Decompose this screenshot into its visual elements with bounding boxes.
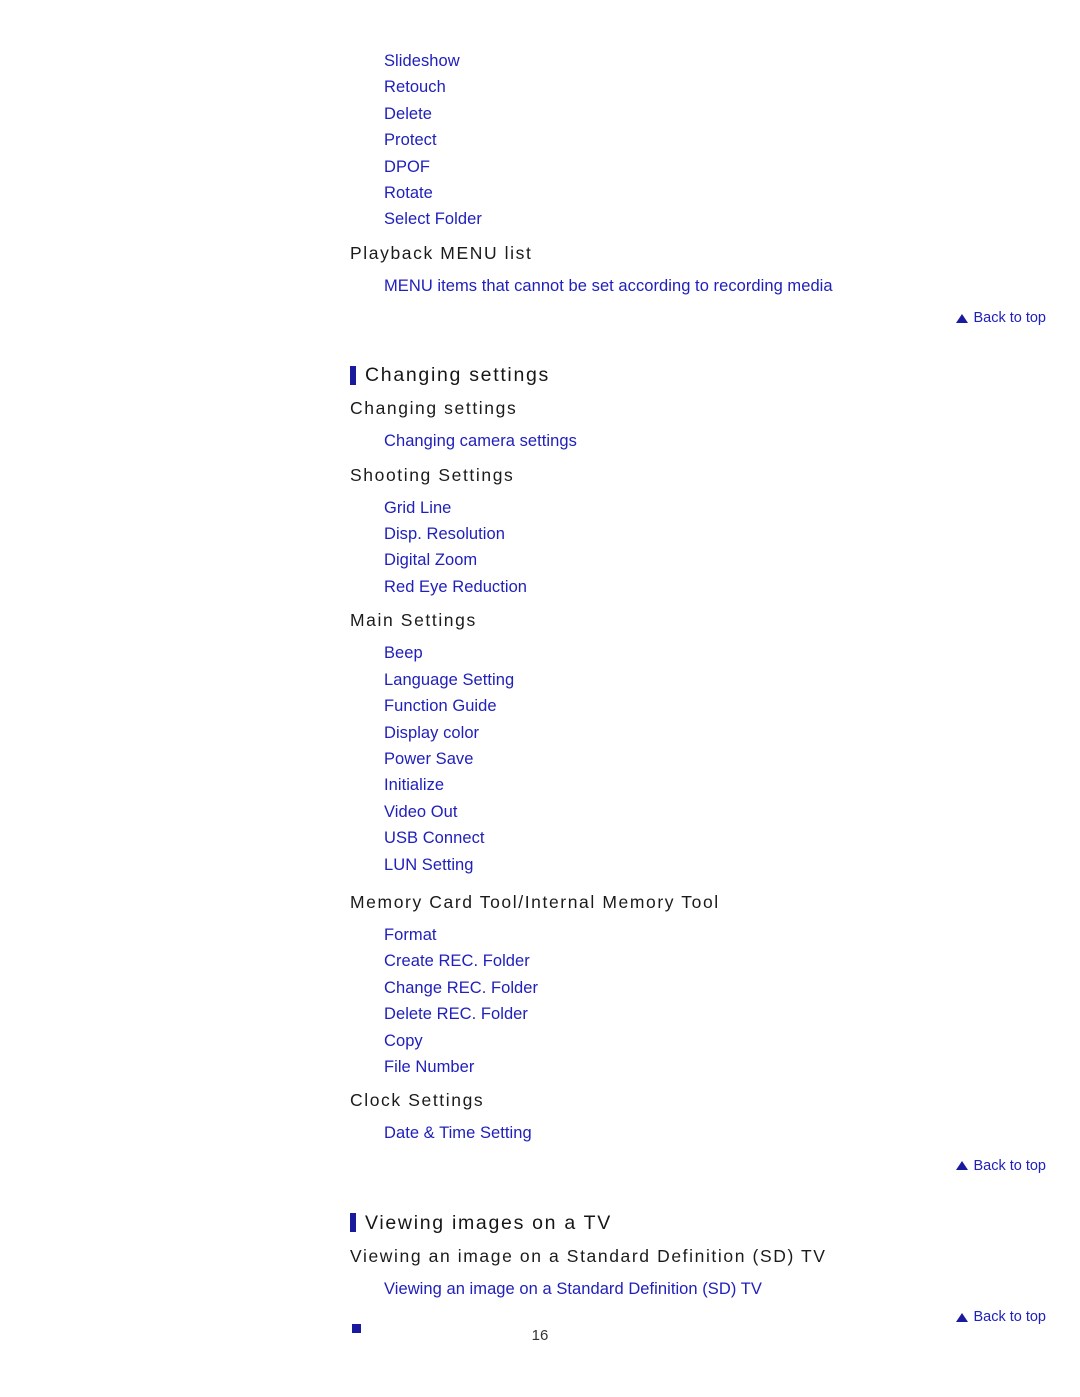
list-item[interactable]: Change REC. Folder <box>384 975 1050 1001</box>
list-item[interactable]: Format <box>384 922 1050 948</box>
list-item[interactable]: Retouch <box>384 74 1050 100</box>
triangle-up-icon <box>956 1161 969 1171</box>
playback-orphan-links: Slideshow Retouch Delete Protect DPOF Ro… <box>350 48 1050 233</box>
subheading-memory-card-tool: Memory Card Tool/Internal Memory Tool <box>350 891 720 912</box>
triangle-up-icon <box>956 313 969 323</box>
section-title-viewing-images-on-a-tv: Viewing images on a TV <box>350 1210 1050 1236</box>
subheading-viewing-sd-tv: Viewing an image on a Standard Definitio… <box>350 1245 827 1266</box>
list-item[interactable]: Delete <box>384 101 1050 127</box>
back-to-top-label: Back to top <box>973 1309 1046 1326</box>
section-title-text: Changing settings <box>365 364 551 387</box>
list-item[interactable]: MENU items that cannot be set according … <box>384 273 1050 299</box>
page-content: Slideshow Retouch Delete Protect DPOF Ro… <box>350 48 1050 1325</box>
list-item[interactable]: Grid Line <box>384 495 1050 521</box>
back-to-top-label: Back to top <box>973 310 1046 327</box>
list-item[interactable]: LUN Setting <box>384 852 1050 878</box>
list-item[interactable]: Beep <box>384 640 1050 666</box>
subheading-main-settings: Main Settings <box>350 610 477 631</box>
back-to-top-row: Back to top <box>350 310 1050 326</box>
list-item[interactable]: Digital Zoom <box>384 547 1050 573</box>
list-item[interactable]: USB Connect <box>384 825 1050 851</box>
list-item[interactable]: Create REC. Folder <box>384 948 1050 974</box>
back-to-top-row: Back to top <box>350 1309 1050 1325</box>
section-accent-bar-icon <box>350 365 356 385</box>
back-to-top-link[interactable]: Back to top <box>956 1158 1046 1174</box>
list-item[interactable]: DPOF <box>384 154 1050 180</box>
list-item[interactable]: Display color <box>384 720 1050 746</box>
triangle-up-icon <box>956 1312 969 1322</box>
subheading-shooting-settings: Shooting Settings <box>350 464 515 485</box>
page-number: 16 <box>531 1327 549 1344</box>
list-item[interactable]: Video Out <box>384 799 1050 825</box>
list-item[interactable]: Delete REC. Folder <box>384 1001 1050 1027</box>
section-title-changing-settings: Changing settings <box>350 362 1050 388</box>
back-to-top-row: Back to top <box>350 1158 1050 1174</box>
document-page: Slideshow Retouch Delete Protect DPOF Ro… <box>0 0 1080 1397</box>
back-to-top-link[interactable]: Back to top <box>956 310 1046 326</box>
list-item[interactable]: Select Folder <box>384 206 1050 232</box>
subheading-playback-menu-list: Playback MENU list <box>350 242 533 263</box>
section-title-text: Viewing images on a TV <box>365 1211 612 1234</box>
list-item[interactable]: Slideshow <box>384 48 1050 74</box>
back-to-top-label: Back to top <box>973 1157 1046 1174</box>
list-item[interactable]: Power Save <box>384 746 1050 772</box>
list-item[interactable]: Date & Time Setting <box>384 1120 1050 1146</box>
list-item[interactable]: Copy <box>384 1028 1050 1054</box>
list-item[interactable]: Red Eye Reduction <box>384 574 1050 600</box>
list-item[interactable]: Viewing an image on a Standard Definitio… <box>384 1276 1050 1302</box>
list-item[interactable]: Changing camera settings <box>384 428 1050 454</box>
subheading-clock-settings: Clock Settings <box>350 1090 485 1111</box>
list-item[interactable]: Function Guide <box>384 693 1050 719</box>
list-item[interactable]: Disp. Resolution <box>384 521 1050 547</box>
list-item[interactable]: Initialize <box>384 772 1050 798</box>
section-accent-bar-icon <box>350 1213 356 1233</box>
subheading-changing-settings: Changing settings <box>350 398 518 419</box>
list-item[interactable]: File Number <box>384 1054 1050 1080</box>
list-item[interactable]: Language Setting <box>384 667 1050 693</box>
list-item[interactable]: Rotate <box>384 180 1050 206</box>
back-to-top-link[interactable]: Back to top <box>956 1309 1046 1325</box>
list-item[interactable]: Protect <box>384 127 1050 153</box>
